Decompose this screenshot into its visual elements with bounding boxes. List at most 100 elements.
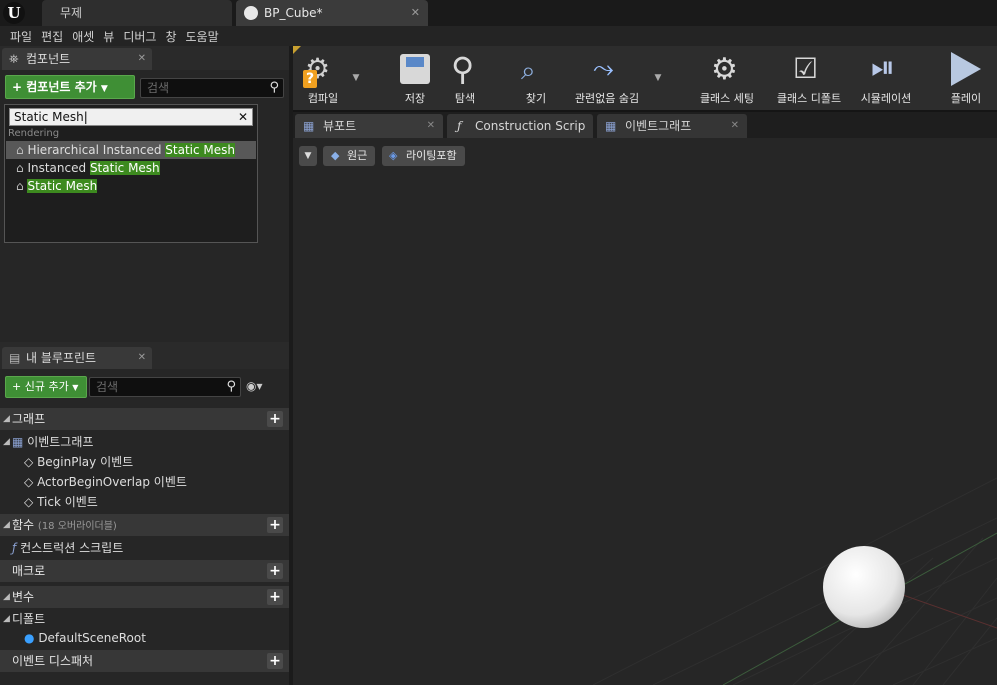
- perspective-button[interactable]: ◆ 원근: [323, 146, 376, 166]
- menu-window[interactable]: 창: [163, 28, 183, 45]
- defaults-group[interactable]: ◢ 디폴트: [0, 609, 289, 629]
- panel-splitter[interactable]: [289, 46, 293, 685]
- add-icon[interactable]: +: [267, 563, 283, 579]
- compile-button[interactable]: ⚙ ? 컴파일: [297, 46, 349, 110]
- new-add-label: 신규 추가: [24, 380, 69, 393]
- section-macros[interactable]: 매크로 +: [0, 560, 289, 582]
- menu-view[interactable]: 뷰: [101, 28, 121, 45]
- browse-button[interactable]: ⚲ 탐색: [443, 46, 487, 110]
- eye-icon[interactable]: ◉▾: [246, 379, 263, 393]
- default-scene-root-item[interactable]: ● DefaultSceneRoot: [24, 628, 146, 648]
- item-label: 이벤트그래프: [27, 435, 94, 449]
- components-icon: ⛯: [9, 52, 19, 66]
- menu-file[interactable]: 파일: [8, 28, 39, 45]
- result-match: Static Mesh: [165, 143, 235, 157]
- result-static-mesh[interactable]: ⌂ Static Mesh: [6, 177, 256, 195]
- close-icon[interactable]: ✕: [138, 48, 146, 70]
- construction-script-item[interactable]: ƒ 컨스트럭션 스크립트: [12, 538, 123, 558]
- close-icon[interactable]: ✕: [138, 347, 146, 369]
- event-item[interactable]: ◇ BeginPlay 이벤트: [24, 452, 133, 472]
- binoculars-icon: ⌕: [521, 56, 536, 86]
- tab-event-graph[interactable]: ▦ 이벤트그래프 ✕: [597, 114, 747, 138]
- item-label: Tick 이벤트: [37, 495, 98, 509]
- viewport-icon: ▦: [303, 119, 315, 133]
- button-label: 플레이: [950, 92, 982, 105]
- tab-construction-script[interactable]: ƒ Construction Scrip: [447, 114, 593, 138]
- add-icon[interactable]: +: [267, 517, 283, 533]
- blueprint-icon: [244, 6, 258, 20]
- tab-components[interactable]: ⛯ 컴포넌트 ✕: [2, 48, 152, 70]
- tab-untitled[interactable]: 무제: [42, 0, 232, 26]
- hide-unrelated-button[interactable]: ⤳ 관련없음 숨김: [567, 46, 647, 110]
- event-item[interactable]: ◇ ActorBeginOverlap 이벤트: [24, 472, 187, 492]
- class-settings-button[interactable]: ⚙ 클래스 세팅: [695, 46, 759, 110]
- menu-help[interactable]: 도움말: [184, 28, 226, 45]
- plus-icon: +: [12, 380, 22, 393]
- menu-debug[interactable]: 디버그: [121, 28, 163, 45]
- book-icon: ▤: [9, 351, 21, 365]
- section-functions[interactable]: ◢ 함수 (18 오버라이더블) +: [0, 514, 289, 536]
- close-icon[interactable]: ✕: [411, 0, 420, 26]
- close-icon[interactable]: ✕: [427, 114, 435, 138]
- checklist-icon: ☑: [793, 52, 819, 85]
- button-label: 찾기: [525, 92, 547, 105]
- event-graph-item[interactable]: ◢ ▦ 이벤트그래프: [0, 432, 289, 452]
- add-icon[interactable]: +: [267, 411, 283, 427]
- tab-viewport[interactable]: ▦ 뷰포트 ✕: [295, 114, 443, 138]
- nodes-icon: ⤳: [593, 54, 614, 84]
- event-item[interactable]: ◇ Tick 이벤트: [24, 492, 98, 512]
- search-icon[interactable]: ⚲: [226, 378, 236, 396]
- section-variables[interactable]: ◢ 변수 +: [0, 586, 289, 608]
- button-label: 라이팅포함: [406, 149, 457, 162]
- compile-options-dropdown[interactable]: ▼: [349, 46, 363, 110]
- section-graph[interactable]: ◢ 그래프 +: [0, 408, 289, 430]
- button-label: 저장: [404, 92, 426, 105]
- find-button[interactable]: ⌕ 찾기: [513, 46, 559, 110]
- button-label: 컴파일: [307, 92, 339, 105]
- close-icon[interactable]: ✕: [731, 114, 739, 138]
- viewport-options-dropdown[interactable]: ▼: [299, 146, 317, 166]
- sphere-mesh[interactable]: [823, 546, 905, 628]
- search-placeholder: 검색: [96, 380, 119, 394]
- result-hierarchical-instanced-static-mesh[interactable]: ⌂ Hierarchical Instanced Static Mesh: [6, 141, 256, 159]
- blueprint-search-input[interactable]: 검색 ⚲: [89, 377, 241, 397]
- viewport[interactable]: ▼ ◆ 원근 ◈ 라이팅포함: [293, 138, 997, 685]
- result-instanced-static-mesh[interactable]: ⌂ Instanced Static Mesh: [6, 159, 256, 177]
- components-search-input[interactable]: 검색 ⚲: [140, 78, 284, 98]
- lit-cube-icon: ◈: [389, 149, 398, 162]
- lighting-button[interactable]: ◈ 라이팅포함: [382, 146, 465, 166]
- collapse-icon: ◢: [3, 437, 10, 447]
- clear-icon[interactable]: ✕: [238, 109, 248, 125]
- add-component-button[interactable]: + 컴포넌트 추가 ▼: [5, 75, 135, 99]
- save-button[interactable]: 저장: [393, 46, 437, 110]
- panel-title: 내 블루프린트: [26, 351, 97, 365]
- new-add-button[interactable]: + 신규 추가 ▼: [5, 376, 87, 398]
- item-label: ActorBeginOverlap 이벤트: [37, 475, 187, 489]
- function-icon: ƒ: [12, 541, 17, 555]
- toolbar: ⚙ ? 컴파일 ▼ 저장 ⚲ 탐색 ⌕ 찾기 ⤳ 관련없음 숨김 ▼ ⚙ 클래스…: [293, 46, 997, 110]
- event-icon: ◇: [24, 475, 34, 489]
- section-event-dispatchers[interactable]: 이벤트 디스패처 +: [0, 650, 289, 672]
- add-icon[interactable]: +: [267, 653, 283, 669]
- button-label: 탐색: [454, 92, 476, 105]
- button-label: 관련없음 숨김: [574, 92, 640, 105]
- tab-my-blueprint[interactable]: ▤ 내 블루프린트 ✕: [2, 347, 152, 369]
- tab-bp-cube[interactable]: BP_Cube* ✕: [236, 0, 428, 26]
- add-icon[interactable]: +: [267, 589, 283, 605]
- result-match: Static Mesh: [89, 161, 160, 175]
- menu-asset[interactable]: 애셋: [70, 28, 101, 45]
- category-label: Rendering: [8, 128, 60, 139]
- viewport-grid: [592, 477, 997, 685]
- mesh-icon: ⌂: [16, 179, 24, 193]
- dropdown-search-input[interactable]: Static Mesh| ✕: [9, 108, 253, 126]
- hide-unrelated-dropdown[interactable]: ▼: [651, 46, 665, 110]
- menu-edit[interactable]: 편집: [39, 28, 70, 45]
- play-button[interactable]: 플레이: [941, 46, 991, 110]
- chevron-down-icon: ▼: [72, 383, 79, 392]
- simulation-button[interactable]: ⏯ 시뮬레이션: [853, 46, 919, 110]
- panel-title: 컴포넌트: [26, 52, 71, 66]
- search-icon[interactable]: ⚲: [269, 79, 279, 97]
- class-defaults-button[interactable]: ☑ 클래스 디폴트: [769, 46, 849, 110]
- magnifier-icon: ⚲: [451, 50, 475, 88]
- collapse-icon: ◢: [3, 592, 10, 602]
